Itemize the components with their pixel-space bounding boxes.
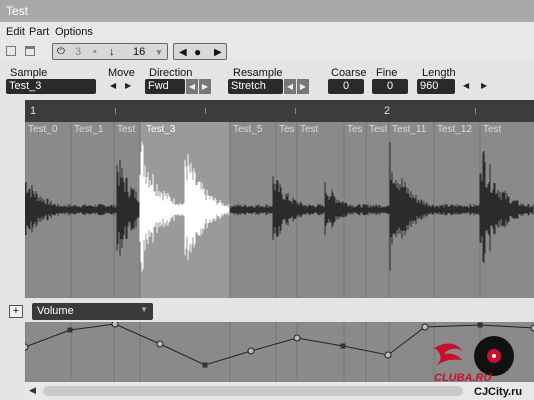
waveform-path [25,142,534,271]
direction-right-icon[interactable]: ▶ [199,79,211,94]
slice-label[interactable]: Test_1 [74,124,103,135]
watermark-brand: CLUBA.RU [434,372,492,384]
direction-left-icon[interactable]: ◀ [186,79,198,94]
chevron-down-icon: ▼ [140,305,148,314]
automation-param-select[interactable]: Volume ▼ [32,303,153,320]
automation-header: + Volume ▼ [0,300,534,322]
move-label: Move [108,67,135,79]
resample-field[interactable]: Stretch [228,79,283,94]
watermark-logo: CLUBA.RU CJCity.ru [432,330,532,398]
watermark-site: CJCity.ru [474,386,523,398]
timeline-ruler[interactable]: 1 2 [25,100,534,122]
automation-point[interactable] [25,343,29,351]
resample-right-icon[interactable]: ▶ [297,79,309,94]
sample-field[interactable]: Test_3 [6,79,96,94]
automation-point[interactable] [111,322,119,328]
waveform-svg [25,122,534,298]
slice-label[interactable]: Test [300,124,318,135]
automation-point[interactable] [202,362,208,368]
length-field[interactable]: 960 [417,79,455,94]
sample-params: Sample Test_3 Move ◀ ▶ Direction Fwd ◀ ▶… [0,62,534,98]
ruler-tick [205,108,206,114]
play-dot-icon[interactable]: ● [194,45,201,59]
panel-top-icon[interactable] [25,46,35,56]
coarse-field[interactable]: 0 [328,79,364,94]
next-icon[interactable]: ▶ [214,47,222,58]
slice-label[interactable]: Test [117,124,135,135]
note-icon: ↓ [109,46,115,58]
menu-part[interactable]: Part [29,26,49,38]
slice-label-active[interactable]: Test_3 [143,124,179,135]
menu-bar: Edit Part Options [0,22,534,40]
move-left-icon[interactable]: ◀ [110,81,116,90]
ruler-tick [295,108,296,114]
resample-label: Resample [233,67,283,79]
slice-label[interactable]: Test_0 [28,124,57,135]
sample-label: Sample [10,67,48,79]
automation-point[interactable] [247,347,255,355]
left-gutter [0,100,25,300]
toolbar: ⏻ 3 • ↓ 16 ▼ ◀ ● ▶ [0,40,534,62]
automation-point[interactable] [67,327,73,333]
snap-control[interactable]: ⏻ 3 • ↓ 16 ▼ [52,43,168,60]
automation-param-label: Volume [37,305,74,317]
ruler-mark-2: 2 [384,105,391,117]
automation-point[interactable] [293,334,301,342]
automation-point[interactable] [477,322,483,328]
fine-label: Fine [376,67,398,79]
transport-control[interactable]: ◀ ● ▶ [173,43,227,60]
automation-point[interactable] [421,323,429,331]
snap-numerator: 3 [75,46,82,58]
menu-options[interactable]: Options [55,26,93,38]
slice-label[interactable]: Test [369,124,387,135]
slice-label[interactable]: Tes [347,124,363,135]
menu-edit[interactable]: Edit [6,26,25,38]
slice-label[interactable]: Test_5 [233,124,262,135]
chevron-down-icon[interactable]: ▼ [155,48,163,57]
ruler-tick [115,108,116,114]
slice-label[interactable]: Test_12 [437,124,472,135]
scroll-left-icon[interactable]: ◀ [29,385,36,396]
panel-left-icon[interactable] [6,46,16,56]
slice-label[interactable]: Tes [279,124,295,135]
slice-label[interactable]: Test_11 [392,124,426,135]
snap-division: 16 [133,46,146,58]
coarse-label: Coarse [331,67,367,79]
slice-label[interactable]: Test [483,124,501,135]
prev-icon[interactable]: ◀ [179,47,187,58]
scroll-thumb[interactable] [43,386,463,396]
ruler-mark-1: 1 [30,105,37,117]
waveform-editor[interactable]: Test_0 Test_1 Test Test_3 Test_5 Tes Tes… [25,122,534,298]
ruler-tick [475,108,476,114]
length-left-icon[interactable]: ◀ [463,81,469,90]
fine-field[interactable]: 0 [372,79,408,94]
direction-field[interactable]: Fwd [145,79,185,94]
length-label: Length [422,67,456,79]
power-icon[interactable]: ⏻ [57,46,65,57]
move-right-icon[interactable]: ▶ [125,81,131,90]
snap-dot: • [93,46,97,58]
window-title: Test [0,0,534,22]
automation-point[interactable] [156,340,164,348]
add-lane-button[interactable]: + [9,305,23,318]
automation-point[interactable] [340,343,346,349]
direction-label: Direction [149,67,193,79]
length-right-icon[interactable]: ▶ [481,81,487,90]
resample-left-icon[interactable]: ◀ [284,79,296,94]
automation-point[interactable] [384,351,392,359]
